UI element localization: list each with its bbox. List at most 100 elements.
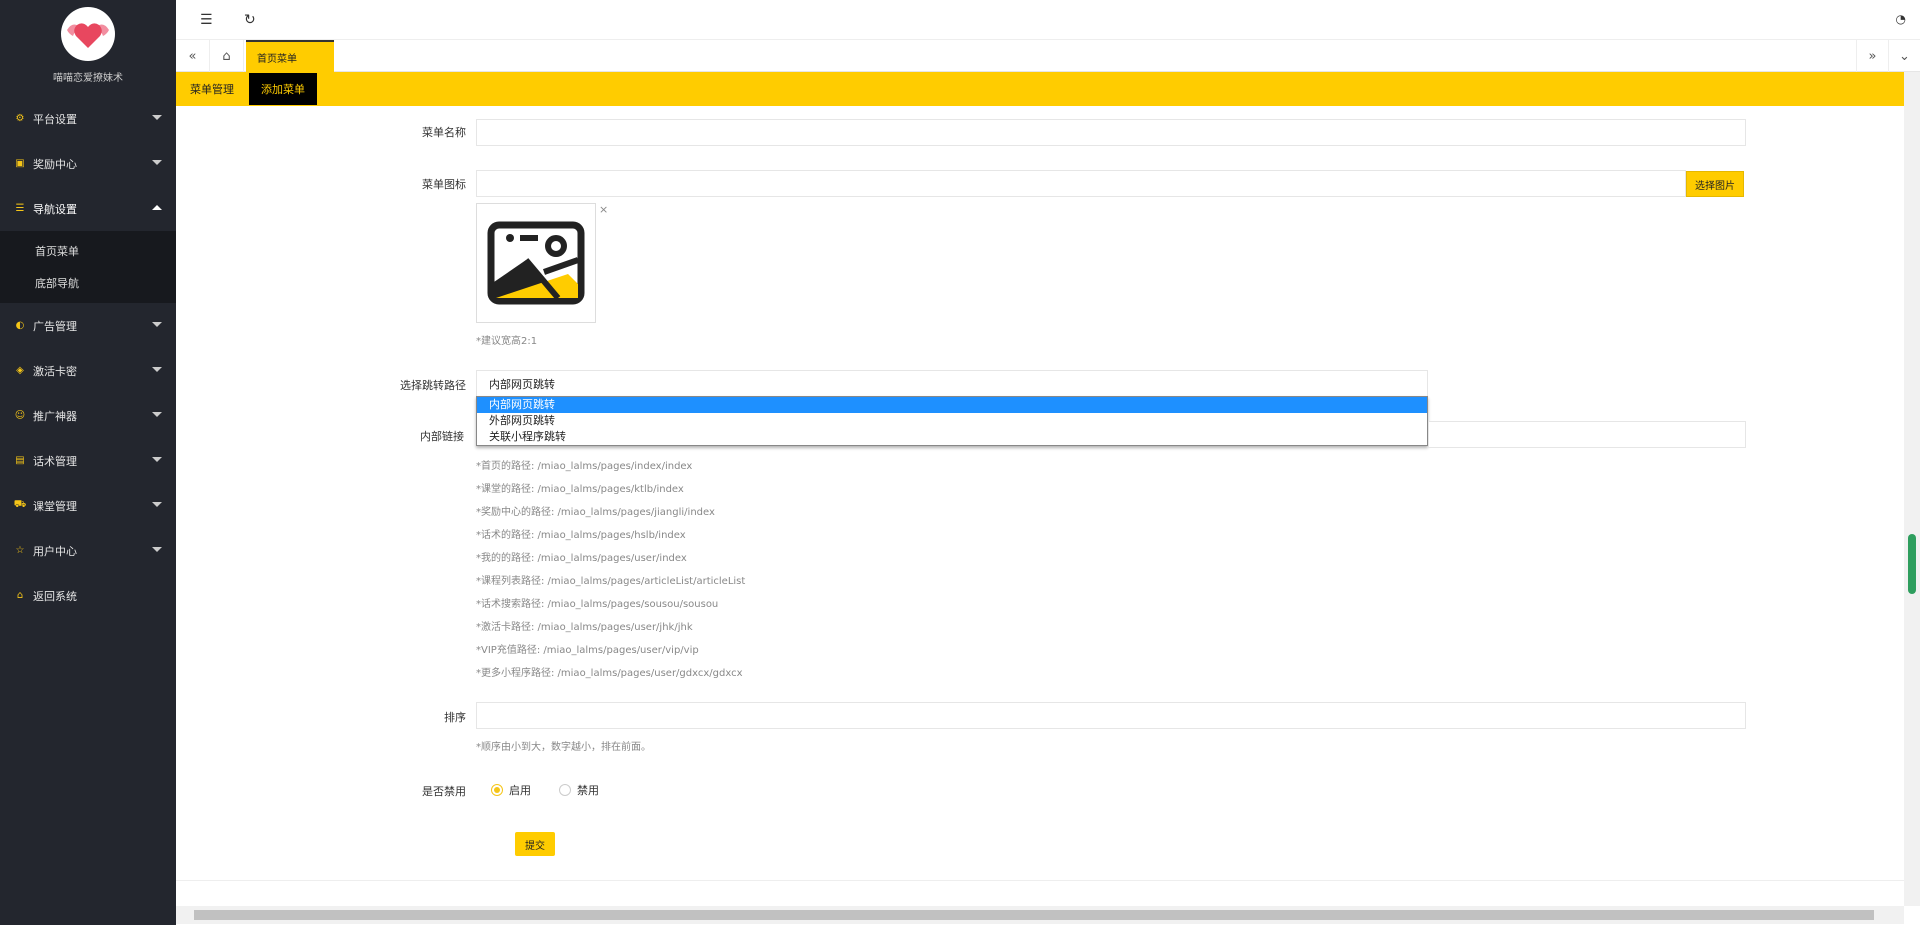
horizontal-scroll-thumb[interactable] — [194, 910, 1874, 920]
theme-palette-icon[interactable]: ◔ — [1896, 12, 1906, 26]
vertical-scroll-thumb[interactable] — [1908, 534, 1916, 594]
vertical-scrollbar[interactable] — [1904, 72, 1920, 906]
sidebar-item-activation-code[interactable]: ◈ 激活卡密 — [0, 348, 176, 393]
car-icon: ⛟ — [13, 499, 27, 510]
jump-path-dropdown: 内部网页跳转 外部网页跳转 关联小程序跳转 — [476, 396, 1428, 446]
sidebar-item-script-management[interactable]: ▤ 话术管理 — [0, 438, 176, 483]
disable-status-label: 是否禁用 — [422, 785, 466, 798]
sidebar-item-label: 推广神器 — [33, 409, 77, 423]
tab-options-chevron-down-icon[interactable]: ⌄ — [1888, 40, 1920, 72]
sidebar-subitem-home-menu[interactable]: 首页菜单 — [0, 235, 176, 267]
tab-scroll-left-icon[interactable]: « — [176, 40, 210, 72]
caret-down-icon — [152, 367, 162, 372]
sidebar-item-ad-management[interactable]: ◐ 广告管理 — [0, 303, 176, 348]
path-hint-course-list: *课程列表路径: /miao_lalms/pages/articleList/a… — [476, 576, 746, 587]
status-disable-label: 禁用 — [577, 784, 599, 797]
sidebar-subitem-bottom-nav[interactable]: 底部导航 — [0, 267, 176, 299]
jump-path-option-external[interactable]: 外部网页跳转 — [477, 413, 1427, 429]
jump-path-label: 选择跳转路径 — [400, 379, 466, 392]
sub-tab-bar: 菜单管理 添加菜单 — [176, 72, 1904, 106]
sidebar-item-label: 平台设置 — [33, 112, 77, 126]
form-area: 菜单名称 菜单图标 选择图片 × *建议宽高2:1 选择跳转路径 内部网页跳转 … — [176, 106, 1904, 906]
submit-button[interactable]: 提交 — [515, 832, 555, 856]
caret-down-icon — [152, 502, 162, 507]
sidebar-item-label: 广告管理 — [33, 319, 77, 333]
path-hint-activation: *激活卡路径: /miao_lalms/pages/user/jhk/jhk — [476, 622, 693, 633]
tab-scroll-right-icon[interactable]: » — [1856, 40, 1888, 72]
menu-icon-label: 菜单图标 — [422, 178, 466, 191]
sidebar-item-label: 话术管理 — [33, 454, 77, 468]
sidebar-item-nav-settings[interactable]: ☰ 导航设置 — [0, 186, 176, 231]
sidebar-item-label: 激活卡密 — [33, 364, 77, 378]
sort-hint: *顺序由小到大，数字越小，排在前面。 — [476, 742, 651, 753]
brand-logo[interactable] — [61, 7, 115, 61]
caret-down-icon — [152, 322, 162, 327]
menu-collapse-icon[interactable]: ☰ — [200, 12, 213, 28]
menu-name-label: 菜单名称 — [422, 126, 466, 139]
icon-size-hint: *建议宽高2:1 — [476, 336, 538, 347]
path-hint-class: *课堂的路径: /miao_lalms/pages/ktlb/index — [476, 484, 684, 495]
tab-home-menu[interactable]: 首页菜单 — [246, 40, 334, 72]
menu-name-input[interactable] — [476, 119, 1746, 146]
sort-label: 排序 — [444, 711, 466, 724]
jump-path-option-internal[interactable]: 内部网页跳转 — [477, 397, 1427, 413]
refresh-icon[interactable]: ↻ — [244, 12, 256, 28]
caret-down-icon — [152, 457, 162, 462]
star-icon: ☆ — [15, 545, 25, 556]
caret-up-icon — [152, 205, 162, 210]
sidebar-item-label: 导航设置 — [33, 202, 77, 216]
sidebar-item-label: 用户中心 — [33, 544, 77, 558]
subtab-menu-management[interactable]: 菜单管理 — [178, 72, 246, 106]
image-placeholder-icon — [487, 221, 585, 305]
sidebar-item-platform-settings[interactable]: ⚙ 平台设置 — [0, 96, 176, 141]
status-enable-radio[interactable]: 启用 — [491, 782, 531, 798]
horizontal-scrollbar[interactable] — [176, 906, 1904, 924]
choose-image-button[interactable]: 选择图片 — [1686, 171, 1744, 197]
path-hint-mine: *我的的路径: /miao_lalms/pages/user/index — [476, 553, 687, 564]
doc-icon: ▤ — [15, 455, 25, 466]
path-hint-home: *首页的路径: /miao_lalms/pages/index/index — [476, 461, 693, 472]
subtab-add-menu[interactable]: 添加菜单 — [249, 73, 317, 105]
winged-heart-icon — [67, 23, 109, 48]
icon-preview — [476, 203, 596, 323]
sidebar-subnav: 首页菜单 底部导航 — [0, 231, 176, 303]
jump-path-select[interactable]: 内部网页跳转 — [476, 370, 1428, 397]
caret-down-icon — [152, 115, 162, 120]
sidebar-item-reward-center[interactable]: ▣ 奖励中心 — [0, 141, 176, 186]
caret-down-icon — [152, 547, 162, 552]
sort-input[interactable] — [476, 702, 1746, 729]
caret-down-icon — [152, 160, 162, 165]
jump-path-option-mini-program[interactable]: 关联小程序跳转 — [477, 429, 1427, 445]
menu-icon-input[interactable] — [476, 170, 1686, 197]
remove-image-close-icon[interactable]: × — [599, 203, 608, 216]
sidebar-item-class-management[interactable]: ⛟ 课堂管理 — [0, 483, 176, 528]
path-hint-script-search: *话术搜索路径: /miao_lalms/pages/sousou/sousou — [476, 599, 719, 610]
tab-bar: « ⌂ 首页菜单 » ⌄ — [176, 40, 1920, 72]
content-divider — [176, 880, 1904, 881]
palette-icon: ◐ — [15, 320, 25, 331]
sidebar-item-user-center[interactable]: ☆ 用户中心 — [0, 528, 176, 573]
path-hint-vip: *VIP充值路径: /miao_lalms/pages/user/vip/vip — [476, 645, 699, 656]
brand-name: 喵喵恋爱撩妹术 — [53, 73, 123, 84]
gear-icon: ⚙ — [15, 113, 25, 124]
internal-link-label: 内部链接 — [420, 430, 464, 443]
path-hint-more-mini: *更多小程序路径: /miao_lalms/pages/user/gdxcx/g… — [476, 668, 743, 679]
sidebar: 喵喵恋爱撩妹术 ⚙ 平台设置 ▣ 奖励中心 ☰ 导航设置 首页菜单 底部导航 ◐… — [0, 0, 176, 925]
sidebar-item-return-system[interactable]: ⌂ 返回系统 — [0, 573, 176, 618]
brand-area: 喵喵恋爱撩妹术 — [0, 0, 176, 96]
top-header: ☰ ↻ ◔ — [176, 0, 1920, 40]
status-disable-radio[interactable]: 禁用 — [559, 782, 599, 798]
caret-down-icon — [152, 412, 162, 417]
status-enable-label: 启用 — [509, 784, 531, 797]
home-tab-icon[interactable]: ⌂ — [210, 40, 244, 72]
sidebar-item-label: 奖励中心 — [33, 157, 77, 171]
path-hint-script: *话术的路径: /miao_lalms/pages/hslb/index — [476, 530, 686, 541]
home-icon: ⌂ — [16, 590, 24, 601]
radio-checked-icon — [491, 784, 503, 796]
list-icon: ☰ — [15, 203, 25, 214]
sidebar-item-label: 课堂管理 — [33, 499, 77, 513]
radio-unchecked-icon — [559, 784, 571, 796]
sidebar-item-promotion[interactable]: ☺ 推广神器 — [0, 393, 176, 438]
sidebar-item-label: 返回系统 — [33, 589, 77, 603]
internal-link-input[interactable] — [1428, 421, 1746, 448]
